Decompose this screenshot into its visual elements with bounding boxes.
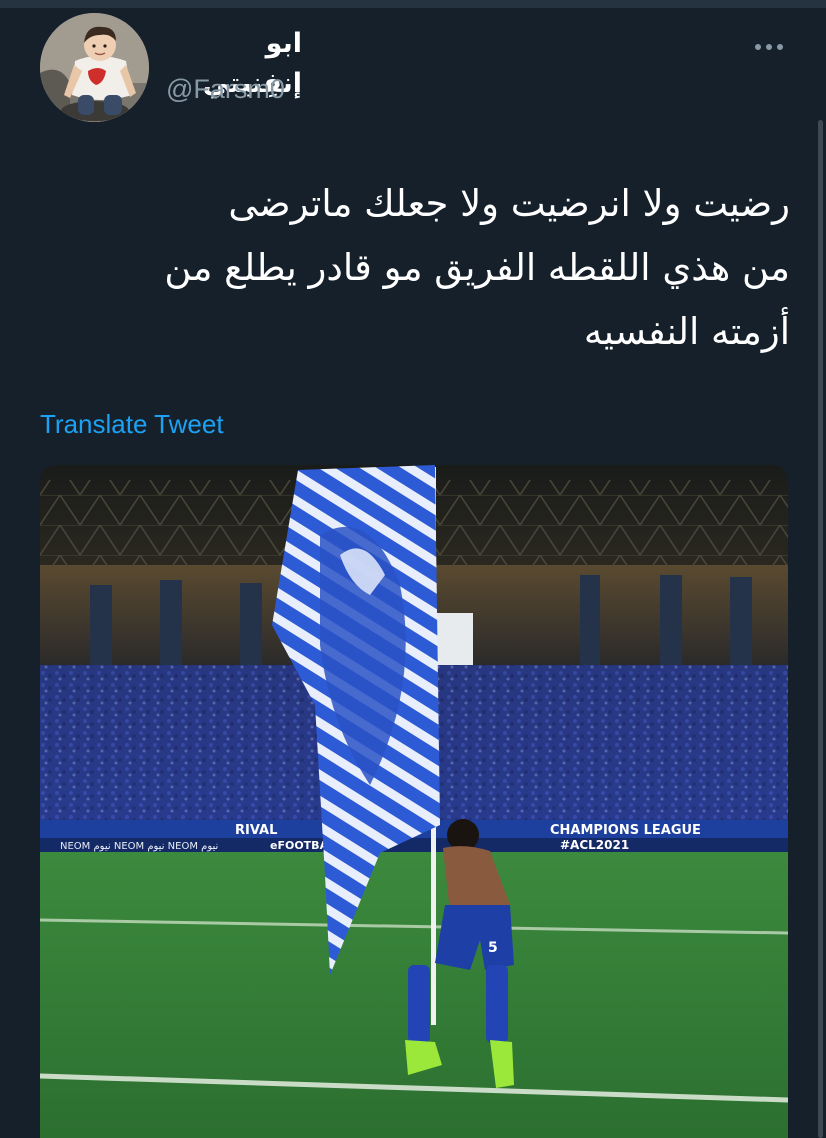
divider — [0, 0, 826, 8]
tweet-text: رضيت ولا انرضيت ولا جعلك ماترضى من هذي ا… — [164, 182, 790, 353]
translate-tweet-link[interactable]: Translate Tweet — [40, 406, 224, 442]
more-horizontal-icon — [755, 44, 783, 50]
player-number: 5 — [488, 940, 498, 956]
tweet-media-image[interactable]: RIVAL CHAMPIONS LEAGUE NEOM نيوم NEOM ني… — [40, 465, 788, 1138]
avatar-image — [40, 13, 149, 122]
banner-rival-text: RIVAL — [235, 823, 277, 838]
scrollbar[interactable] — [818, 120, 823, 1138]
more-options-button[interactable] — [748, 32, 790, 62]
tweet-card: ابو إنفِنيتي @Farsm0 رضيت ولا انرضيت ولا… — [0, 0, 826, 1138]
banner-champions-text: CHAMPIONS LEAGUE — [550, 823, 701, 838]
user-handle[interactable]: @Farsm0 — [166, 70, 285, 108]
avatar[interactable] — [40, 13, 149, 122]
banner-hashtag-text: #ACL2021 — [560, 838, 629, 852]
stadium-photo: RIVAL CHAMPIONS LEAGUE NEOM نيوم NEOM ني… — [40, 465, 788, 1138]
banner-neom-text: NEOM نيوم NEOM نيوم NEOM نيوم — [60, 841, 218, 852]
